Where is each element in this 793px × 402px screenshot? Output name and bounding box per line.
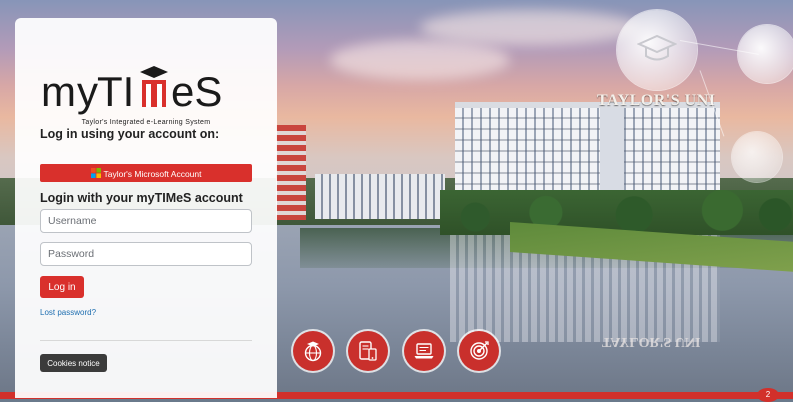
microsoft-icon [90, 167, 101, 178]
feature-target[interactable] [459, 331, 499, 371]
lost-password-link[interactable]: Lost password? [40, 308, 96, 317]
building-sign: TAYLOR'S UNI [597, 92, 716, 109]
globe-graduation-icon [304, 341, 322, 362]
form-heading: Login with your myTIMeS account [40, 191, 243, 205]
login-button[interactable]: Log in [40, 276, 84, 298]
svg-text:eS: eS [171, 68, 222, 115]
feature-laptop[interactable] [404, 331, 444, 371]
laptop-icon [414, 343, 434, 359]
red-building [276, 125, 306, 220]
feature-globe[interactable] [293, 331, 333, 371]
feature-mobile[interactable] [348, 331, 388, 371]
building-sign-reflection: TAYLOR'S UNI [602, 334, 701, 349]
mid-building [315, 174, 445, 219]
mobile-learning-icon [359, 341, 377, 361]
graduation-cap-icon [637, 34, 677, 61]
cloud [330, 40, 510, 80]
svg-text:my: my [41, 68, 99, 115]
graduation-cap-icon [140, 66, 168, 78]
trees [440, 190, 793, 235]
bubble [738, 25, 793, 83]
microsoft-login-button[interactable]: Taylor's Microsoft Account [40, 164, 252, 182]
bubble [732, 132, 782, 182]
cookies-notice-button[interactable]: Cookies notice [40, 354, 107, 372]
graduation-cap-bubble [617, 10, 697, 90]
cloud [420, 10, 640, 45]
target-icon [470, 341, 489, 360]
microsoft-login-label: Taylor's Microsoft Account [103, 168, 202, 179]
username-input[interactable] [40, 209, 252, 233]
mytimes-logo: my TI eS [41, 66, 222, 115]
divider [40, 340, 252, 341]
password-input[interactable] [40, 242, 252, 266]
svg-text:TI: TI [97, 68, 134, 115]
tagline: Taylor's Integrated e-Learning System [81, 119, 211, 126]
login-card: my TI eS Taylor's Integrated e-Learning … [15, 18, 277, 398]
notification-badge[interactable]: 2 [757, 388, 779, 402]
sso-heading: Log in using your account on: [40, 127, 220, 141]
